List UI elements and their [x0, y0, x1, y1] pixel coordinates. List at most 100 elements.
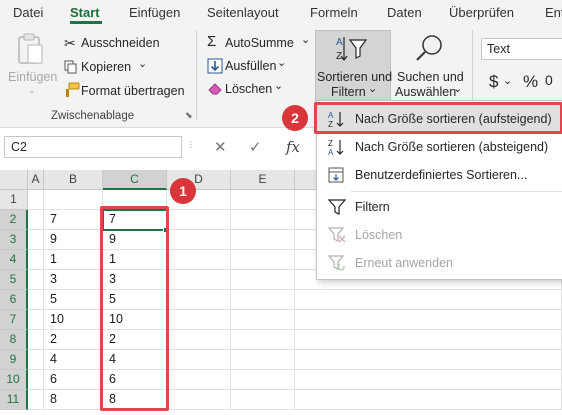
- find-select-label-2[interactable]: Auswählen: [395, 85, 456, 99]
- cell-e4[interactable]: [231, 250, 295, 270]
- cell-f10[interactable]: [295, 370, 562, 390]
- row-header[interactable]: 9: [0, 350, 28, 370]
- cell-a11[interactable]: [28, 390, 44, 410]
- row-header[interactable]: 1: [0, 190, 28, 210]
- fill-button[interactable]: Ausfüllen: [225, 59, 276, 73]
- cell-b2[interactable]: 7: [44, 210, 103, 230]
- cell-a8[interactable]: [28, 330, 44, 350]
- col-header-c[interactable]: C: [103, 170, 167, 190]
- cell-f8[interactable]: [295, 330, 562, 350]
- cell-a5[interactable]: [28, 270, 44, 290]
- currency-dropdown-icon[interactable]: ⌄: [503, 74, 512, 87]
- cell-a3[interactable]: [28, 230, 44, 250]
- row-header[interactable]: 3: [0, 230, 28, 250]
- col-header-b[interactable]: B: [44, 170, 103, 190]
- cell-e9[interactable]: [231, 350, 295, 370]
- cancel-icon[interactable]: ✕: [214, 138, 227, 156]
- cell-b10[interactable]: 6: [44, 370, 103, 390]
- dialog-launcher-icon[interactable]: ⬊: [185, 110, 193, 121]
- tab-datei[interactable]: Datei: [13, 5, 43, 20]
- cell-e10[interactable]: [231, 370, 295, 390]
- cell-a2[interactable]: [28, 210, 44, 230]
- col-header-e[interactable]: E: [231, 170, 295, 190]
- cell-d9[interactable]: [167, 350, 231, 370]
- cell-a4[interactable]: [28, 250, 44, 270]
- cell-e6[interactable]: [231, 290, 295, 310]
- paste-button[interactable]: Einfügen: [8, 70, 57, 84]
- number-format-select[interactable]: Text: [481, 38, 562, 60]
- row-header[interactable]: 10: [0, 370, 28, 390]
- paste-dropdown-icon[interactable]: ⌄: [28, 85, 36, 96]
- cell-e3[interactable]: [231, 230, 295, 250]
- row-header[interactable]: 2: [0, 210, 28, 230]
- cell-d3[interactable]: [167, 230, 231, 250]
- cell-d5[interactable]: [167, 270, 231, 290]
- cell-e8[interactable]: [231, 330, 295, 350]
- cell-b7[interactable]: 10: [44, 310, 103, 330]
- cell-d10[interactable]: [167, 370, 231, 390]
- cell-e7[interactable]: [231, 310, 295, 330]
- tab-seitenlayout[interactable]: Seitenlayout: [207, 5, 279, 20]
- cell-d6[interactable]: [167, 290, 231, 310]
- cell-a10[interactable]: [28, 370, 44, 390]
- cell-a9[interactable]: [28, 350, 44, 370]
- insert-function-button[interactable]: fx: [286, 138, 300, 156]
- cell-b5[interactable]: 3: [44, 270, 103, 290]
- select-all-corner[interactable]: [0, 170, 28, 190]
- row-header[interactable]: 7: [0, 310, 28, 330]
- menu-item-filter[interactable]: Filtern: [317, 193, 562, 221]
- cell-b4[interactable]: 1: [44, 250, 103, 270]
- percent-button[interactable]: %: [523, 72, 538, 92]
- cell-e1[interactable]: [231, 190, 295, 210]
- cell-b9[interactable]: 4: [44, 350, 103, 370]
- cell-a1[interactable]: [28, 190, 44, 210]
- format-painter-button[interactable]: Format übertragen: [81, 84, 185, 98]
- row-header[interactable]: 5: [0, 270, 28, 290]
- cell-b11[interactable]: 8: [44, 390, 103, 410]
- cell-f9[interactable]: [295, 350, 562, 370]
- tab-formeln[interactable]: Formeln: [310, 5, 358, 20]
- tab-start[interactable]: Start: [70, 5, 100, 20]
- cell-b1[interactable]: [44, 190, 103, 210]
- clear-dropdown-icon[interactable]: ⌄: [274, 79, 283, 92]
- cell-b3[interactable]: 9: [44, 230, 103, 250]
- row-header[interactable]: 8: [0, 330, 28, 350]
- cell-a7[interactable]: [28, 310, 44, 330]
- cell-f6[interactable]: [295, 290, 562, 310]
- cell-b8[interactable]: 2: [44, 330, 103, 350]
- cell-f7[interactable]: [295, 310, 562, 330]
- row-header[interactable]: 4: [0, 250, 28, 270]
- clear-button[interactable]: Löschen: [225, 82, 272, 96]
- cell-e5[interactable]: [231, 270, 295, 290]
- tab-einfuegen[interactable]: Einfügen: [129, 5, 180, 20]
- autosum-button[interactable]: AutoSumme: [225, 36, 294, 50]
- cell-b6[interactable]: 5: [44, 290, 103, 310]
- cell-e2[interactable]: [231, 210, 295, 230]
- fill-dropdown-icon[interactable]: ⌄: [277, 56, 286, 69]
- cell-d11[interactable]: [167, 390, 231, 410]
- cell-f11[interactable]: [295, 390, 562, 410]
- cell-d4[interactable]: [167, 250, 231, 270]
- col-header-a[interactable]: A: [28, 170, 44, 190]
- enter-icon[interactable]: ✓: [249, 138, 262, 156]
- copy-dropdown-icon[interactable]: ⌄: [138, 57, 147, 70]
- tab-entwicklertools[interactable]: Ent: [545, 5, 562, 20]
- tab-ueberpruefen[interactable]: Überprüfen: [449, 5, 514, 20]
- name-box[interactable]: C2: [4, 136, 182, 158]
- cell-d2[interactable]: [167, 210, 231, 230]
- copy-button[interactable]: Kopieren: [81, 60, 131, 74]
- cell-d8[interactable]: [167, 330, 231, 350]
- menu-item-sort-descending[interactable]: Z A Nach Größe sortieren (absteigend): [317, 133, 562, 161]
- row-header[interactable]: 11: [0, 390, 28, 410]
- comma-style-button[interactable]: 0: [545, 72, 553, 88]
- tab-daten[interactable]: Daten: [387, 5, 422, 20]
- currency-button[interactable]: $: [489, 72, 498, 92]
- find-select-dropdown-icon[interactable]: ⌄: [453, 82, 462, 95]
- row-header[interactable]: 6: [0, 290, 28, 310]
- cell-e11[interactable]: [231, 390, 295, 410]
- cell-d7[interactable]: [167, 310, 231, 330]
- menu-item-custom-sort[interactable]: Benutzerdefiniertes Sortieren...: [317, 161, 562, 189]
- cell-a6[interactable]: [28, 290, 44, 310]
- cut-button[interactable]: Ausschneiden: [81, 36, 160, 50]
- autosum-dropdown-icon[interactable]: ⌄: [301, 33, 310, 46]
